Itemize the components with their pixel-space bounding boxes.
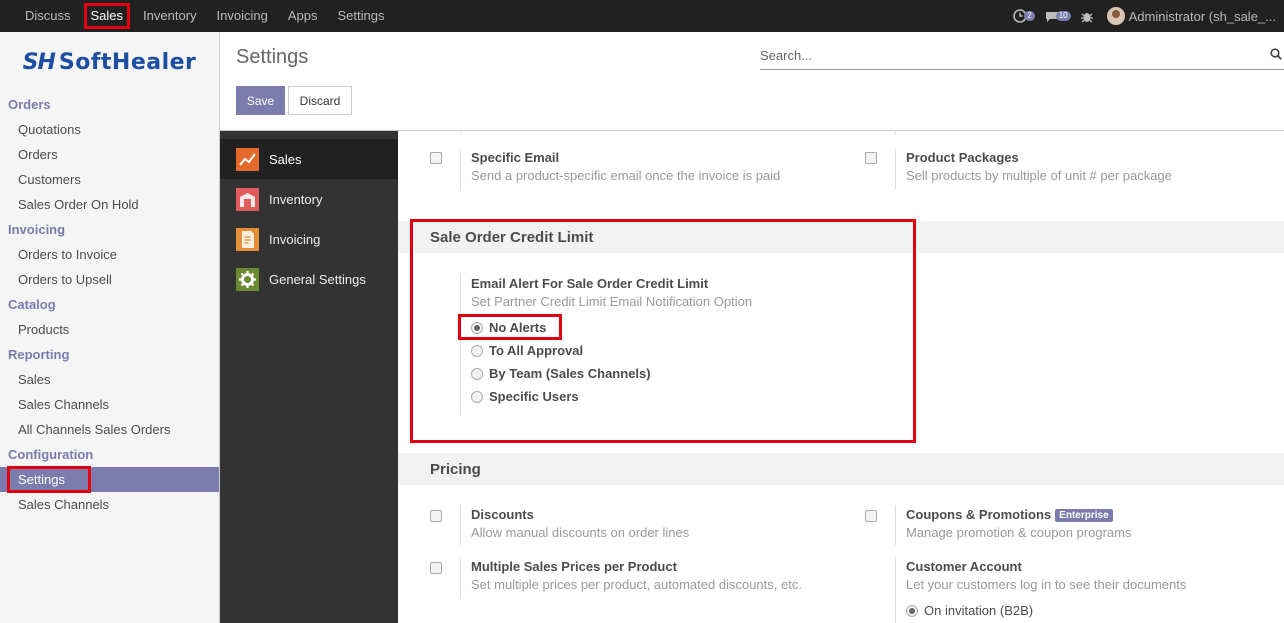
search-input[interactable]: Search... — [760, 46, 1284, 70]
sidebar-item-sales-order-on-hold[interactable]: Sales Order On Hold — [0, 192, 219, 217]
debug-button[interactable] — [1080, 10, 1093, 23]
setting-product-packages: Product Packages Sell products by multip… — [833, 131, 1273, 191]
setting-multiple-sales-prices: Multiple Sales Prices per Product Set mu… — [398, 553, 838, 597]
sidebar-item-sales[interactable]: Sales — [0, 367, 219, 392]
tab-inventory-label: Inventory — [269, 191, 323, 207]
setting-coupons-promotions: Coupons & Promotions Enterprise Manage pr… — [833, 501, 1273, 545]
invoice-icon — [236, 227, 259, 251]
settings-apps-nav: Sales Inventory Invoicing General Settin… — [220, 131, 398, 623]
warehouse-icon — [236, 187, 259, 211]
save-button[interactable]: Save — [236, 86, 285, 115]
setting-specific-email: Specific Email Send a product-specific e… — [398, 131, 838, 191]
logo-word: SoftHealer — [58, 49, 197, 75]
control-panel: Settings Search... Save Discard — [220, 32, 1284, 131]
section-header-pricing: Pricing — [398, 453, 1284, 485]
divider — [895, 557, 896, 623]
menu-invoicing[interactable]: Invoicing — [207, 0, 278, 32]
enterprise-badge: Enterprise — [1055, 509, 1113, 522]
specific-email-checkbox[interactable] — [430, 152, 442, 164]
divider — [460, 557, 461, 597]
menu-apps[interactable]: Apps — [278, 0, 328, 32]
divider — [895, 149, 896, 189]
discounts-desc: Allow manual discounts on order lines — [471, 525, 690, 540]
sales-chart-icon — [236, 147, 259, 171]
gear-icon — [236, 267, 259, 291]
divider — [460, 149, 461, 189]
tab-sales[interactable]: Sales — [220, 139, 398, 179]
menu-inventory[interactable]: Inventory — [133, 0, 206, 32]
sidebar-item-all-channels-sales-orders[interactable]: All Channels Sales Orders — [0, 417, 219, 442]
discounts-label: Discounts — [471, 507, 534, 522]
radio-label: On invitation (B2B) — [924, 603, 1034, 618]
tab-inventory[interactable]: Inventory — [220, 179, 398, 219]
specific-email-label: Specific Email — [471, 150, 560, 165]
sidebar-section-catalog: Catalog — [8, 297, 56, 312]
customer-account-desc: Let your customers log in to see their d… — [906, 577, 1187, 592]
coupons-checkbox[interactable] — [865, 510, 877, 522]
company-logo[interactable]: SH SoftHealer — [0, 32, 219, 92]
coupons-label-row: Coupons & Promotions Enterprise — [906, 507, 1113, 522]
sidebar-item-settings[interactable]: Settings — [0, 466, 219, 493]
main-menu: Discuss Sales Inventory Invoicing Apps S… — [0, 0, 394, 32]
setting-discounts: Discounts Allow manual discounts on orde… — [398, 501, 838, 545]
search-icon[interactable] — [1270, 48, 1282, 60]
settings-content: Specific Email Send a product-specific e… — [398, 131, 1284, 623]
app-sidebar: SH SoftHealer Orders Quotations Orders C… — [0, 32, 220, 623]
customer-account-label: Customer Account — [906, 559, 1022, 574]
sidebar-item-sales-channels[interactable]: Sales Channels — [0, 392, 219, 417]
sidebar-item-orders-to-upsell[interactable]: Orders to Upsell — [0, 267, 219, 292]
radio-selected-icon — [906, 604, 918, 617]
product-packages-label: Product Packages — [906, 150, 1019, 165]
sidebar-item-config-sales-channels[interactable]: Sales Channels — [0, 492, 219, 517]
multi-prices-checkbox[interactable] — [430, 562, 442, 574]
messaging-button[interactable]: 10 — [1045, 10, 1071, 23]
sidebar-section-invoicing: Invoicing — [8, 222, 66, 237]
sidebar-item-quotations[interactable]: Quotations — [0, 117, 219, 142]
logo-mark: SH — [22, 49, 56, 75]
activity-button[interactable]: 2 — [1013, 9, 1035, 23]
search-placeholder: Search... — [760, 48, 813, 63]
avatar — [1106, 7, 1125, 25]
activity-count-badge: 2 — [1024, 11, 1035, 21]
discounts-checkbox[interactable] — [430, 510, 442, 522]
bug-icon — [1080, 12, 1093, 22]
divider — [460, 505, 461, 545]
discard-button[interactable]: Discard — [288, 86, 352, 115]
systray: 2 10 Administrator (sh_sale_... — [1013, 0, 1284, 32]
sidebar-item-orders-to-invoice[interactable]: Orders to Invoice — [0, 242, 219, 267]
sidebar-item-products[interactable]: Products — [0, 317, 219, 342]
multi-prices-desc: Set multiple prices per product, automat… — [471, 577, 802, 592]
menu-settings[interactable]: Settings — [327, 0, 394, 32]
product-packages-checkbox[interactable] — [865, 152, 877, 164]
user-menu[interactable]: Administrator (sh_sale_... — [1106, 7, 1276, 25]
coupons-desc: Manage promotion & coupon programs — [906, 525, 1132, 540]
specific-email-desc: Send a product-specific email once the i… — [471, 168, 781, 183]
tab-invoicing[interactable]: Invoicing — [220, 219, 398, 259]
page-title: Settings — [236, 46, 309, 68]
sidebar-section-orders: Orders — [8, 97, 51, 112]
highlight-box — [458, 314, 562, 340]
message-count-badge: 10 — [1055, 11, 1071, 21]
tab-general-settings-label: General Settings — [269, 271, 366, 287]
highlight-box — [7, 466, 91, 493]
menu-discuss[interactable]: Discuss — [15, 0, 81, 32]
sidebar-item-orders[interactable]: Orders — [0, 142, 219, 167]
tab-invoicing-label: Invoicing — [269, 231, 321, 247]
sidebar-section-reporting: Reporting — [8, 347, 70, 362]
sidebar-section-configuration: Configuration — [8, 447, 94, 462]
multi-prices-label: Multiple Sales Prices per Product — [471, 559, 677, 574]
section-title: Pricing — [430, 461, 481, 478]
user-name: Administrator (sh_sale_... — [1128, 8, 1276, 24]
product-packages-desc: Sell products by multiple of unit # per … — [906, 168, 1172, 183]
setting-customer-account: Customer Account Let your customers log … — [833, 553, 1273, 623]
tab-general-settings[interactable]: General Settings — [220, 259, 398, 299]
divider — [895, 505, 896, 545]
coupons-label: Coupons & Promotions — [906, 507, 1052, 522]
radio-on-invitation[interactable]: On invitation (B2B) — [906, 603, 1033, 618]
sidebar-item-customers[interactable]: Customers — [0, 167, 219, 192]
tab-sales-label: Sales — [269, 151, 302, 167]
top-navbar: Discuss Sales Inventory Invoicing Apps S… — [0, 0, 1284, 32]
menu-sales[interactable]: Sales — [81, 0, 134, 32]
